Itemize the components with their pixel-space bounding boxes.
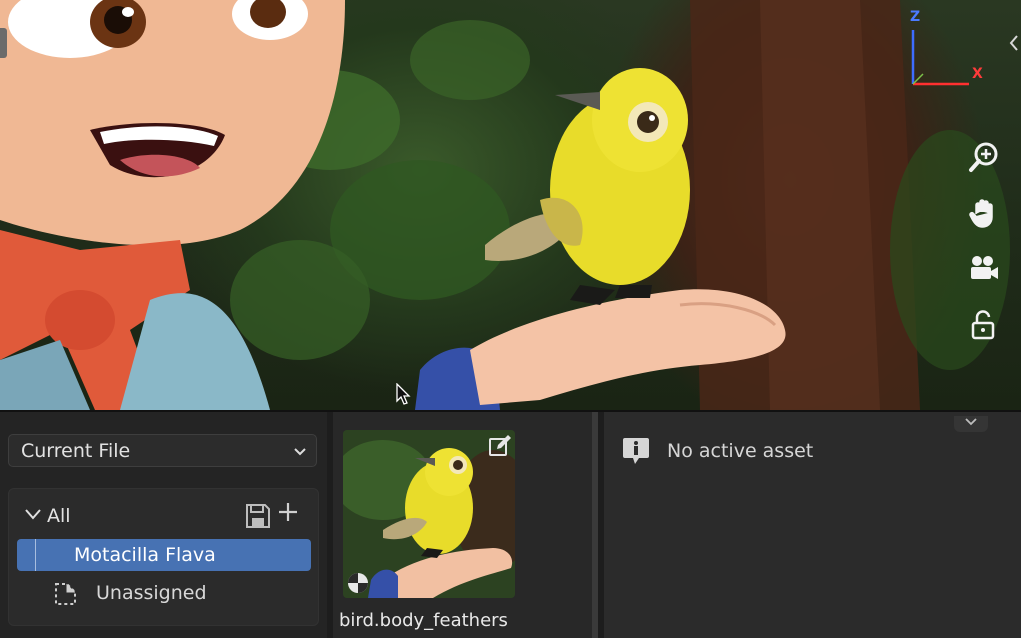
camera-icon[interactable] — [962, 247, 1006, 291]
lock-icon[interactable] — [962, 303, 1006, 347]
save-catalogs-button[interactable] — [245, 503, 270, 529]
catalog-item-label: Unassigned — [96, 582, 207, 604]
tree-guide-line — [35, 539, 36, 571]
gizmo-z-label: Z — [910, 9, 921, 25]
catalog-all-label: All — [47, 505, 71, 527]
blender-window: Z X Current File All Motacilla Flava Una… — [0, 0, 1021, 638]
catalog-tree: All Motacilla Flava Unassigned — [8, 488, 319, 626]
asset-library-selected: Current File — [21, 439, 131, 462]
add-catalog-button[interactable] — [277, 501, 299, 528]
chevron-down-icon — [294, 441, 306, 465]
rendered-scene-image — [0, 0, 1010, 410]
unassigned-catalog-icon — [53, 581, 79, 612]
region-divider[interactable] — [592, 412, 598, 638]
asset-name: bird.body_feathers — [339, 610, 508, 631]
chevron-down-icon[interactable] — [954, 416, 988, 432]
asset-library-dropdown[interactable]: Current File — [8, 434, 317, 467]
material-type-icon — [348, 573, 368, 593]
asset-tile[interactable]: bird.body_feathers — [339, 430, 515, 631]
viewport-navigation-tools — [962, 135, 1006, 359]
plus-icon — [279, 503, 297, 521]
info-icon — [623, 438, 649, 464]
catalog-item-label: Motacilla Flava — [74, 544, 216, 566]
catalog-item-unassigned[interactable]: Unassigned — [17, 577, 311, 609]
asset-details-panel: No active asset — [604, 412, 1021, 638]
pan-hand-icon[interactable] — [962, 191, 1006, 235]
asset-browser-navigation-panel: Current File All Motacilla Flava Unassig… — [0, 412, 327, 638]
chevron-down-icon[interactable] — [25, 507, 41, 525]
asset-browser-editor: Current File All Motacilla Flava Unassig… — [0, 410, 1021, 638]
no-active-asset-message: No active asset — [667, 440, 814, 462]
asset-thumbnail — [343, 430, 515, 598]
gizmo-x-label: X — [972, 66, 983, 82]
chevron-left-icon[interactable] — [1008, 34, 1021, 54]
3d-viewport[interactable]: Z X — [0, 0, 1021, 410]
sidebar-toggle-tab[interactable] — [0, 28, 7, 58]
zoom-icon[interactable] — [962, 135, 1006, 179]
mouse-cursor-icon — [396, 383, 411, 405]
asset-grid: bird.body_feathers — [333, 412, 593, 638]
catalog-item-motacilla-flava[interactable]: Motacilla Flava — [17, 539, 311, 571]
edit-icon[interactable] — [488, 434, 512, 458]
floppy-disk-icon — [246, 504, 270, 528]
catalog-all[interactable]: All — [25, 503, 71, 529]
